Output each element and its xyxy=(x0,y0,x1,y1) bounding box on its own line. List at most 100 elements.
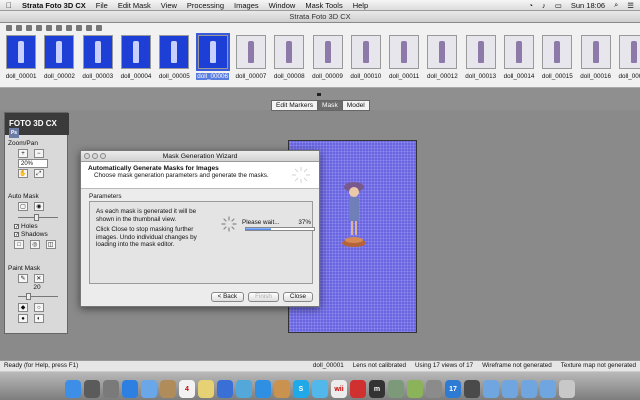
image-icon[interactable] xyxy=(407,380,423,398)
thumbnail-tool-icon[interactable] xyxy=(56,25,62,31)
paint-foreground-icon[interactable]: ● xyxy=(18,314,28,323)
lasso-icon[interactable]: ○ xyxy=(33,303,44,312)
thumbnail-tool-icon[interactable] xyxy=(96,25,102,31)
thumbnail-item[interactable]: doll_00008 xyxy=(270,35,308,80)
eraser-icon[interactable]: ✕ xyxy=(33,274,44,283)
menu-mask-tools[interactable]: Mask Tools xyxy=(305,1,342,10)
thumbnail-item[interactable]: doll_00017 xyxy=(615,35,640,80)
auto-mask-tool-icon[interactable]: ▢ xyxy=(18,202,28,211)
search-icon[interactable]: ⌕ xyxy=(614,0,618,10)
wifi-icon[interactable]: ◔ xyxy=(528,1,533,10)
zoom-out-icon[interactable]: − xyxy=(33,149,44,158)
trash-icon[interactable] xyxy=(559,380,575,398)
menu-processing[interactable]: Processing xyxy=(187,1,224,10)
thumbnail-item[interactable]: doll_00006 xyxy=(193,33,231,80)
tab-mask[interactable]: Mask xyxy=(317,100,343,111)
thumbnail-item[interactable]: doll_00009 xyxy=(308,35,346,80)
thumbnail-item[interactable]: doll_00016 xyxy=(576,35,614,80)
tab-model[interactable]: Model xyxy=(341,100,370,111)
skype-icon[interactable]: S xyxy=(293,380,309,398)
photo-icon[interactable] xyxy=(236,380,252,398)
thumbnail-item[interactable]: doll_00010 xyxy=(347,35,385,80)
thumbnail-item[interactable]: doll_00001 xyxy=(2,35,40,80)
numbers-icon[interactable]: 17 xyxy=(445,380,461,398)
thumbnail-item[interactable]: doll_00002 xyxy=(40,35,78,80)
wii-icon[interactable]: wii xyxy=(331,380,347,398)
folder-icon[interactable] xyxy=(540,380,556,398)
zoom-in-icon[interactable]: + xyxy=(18,149,28,158)
pan-hand-icon[interactable]: ✋ xyxy=(18,169,28,178)
auto-mask-b-icon[interactable]: ◎ xyxy=(29,240,40,249)
finder-icon[interactable] xyxy=(65,380,81,398)
menu-file[interactable]: File xyxy=(96,1,108,10)
auto-mask-a-icon[interactable]: □ xyxy=(14,240,24,249)
zoom-window-icon[interactable] xyxy=(100,153,106,159)
thumbnail-item[interactable]: doll_00007 xyxy=(232,35,270,80)
thumbnail-item[interactable]: doll_00011 xyxy=(385,35,423,80)
camera-icon[interactable] xyxy=(464,380,480,398)
folder-icon[interactable] xyxy=(521,380,537,398)
preview-icon[interactable] xyxy=(388,380,404,398)
auto-mask-color-icon[interactable]: ◉ xyxy=(33,202,44,211)
thumbnail-item[interactable]: doll_00005 xyxy=(155,35,193,80)
thumbnail-item[interactable]: doll_00003 xyxy=(79,35,117,80)
auto-mask-c-icon[interactable]: ◫ xyxy=(45,240,56,249)
finish-button[interactable]: Finish xyxy=(248,292,279,302)
thumbnail-tool-icon[interactable] xyxy=(26,25,32,31)
thumbnail-item[interactable]: doll_00014 xyxy=(500,35,538,80)
close-window-icon[interactable] xyxy=(84,153,90,159)
menu-window[interactable]: Window xyxy=(269,1,296,10)
fill-icon[interactable]: ◆ xyxy=(18,303,28,312)
box-icon[interactable] xyxy=(274,380,290,398)
m-app-icon[interactable]: m xyxy=(369,380,385,398)
collapse-handle-icon[interactable] xyxy=(317,93,321,96)
app-store-icon[interactable] xyxy=(255,380,271,398)
brush-size-slider[interactable] xyxy=(18,293,58,300)
contacts-icon[interactable] xyxy=(160,380,176,398)
thumbnail-tool-icon[interactable] xyxy=(16,25,22,31)
thumbnail-tool-icon[interactable] xyxy=(86,25,92,31)
thumbnail-item[interactable]: doll_00012 xyxy=(423,35,461,80)
fit-view-icon[interactable]: ⤢ xyxy=(33,169,44,178)
back-button[interactable]: < Back xyxy=(210,292,245,302)
auto-mask-slider[interactable] xyxy=(18,214,58,221)
itunes-icon[interactable] xyxy=(217,380,233,398)
twitter-icon[interactable] xyxy=(312,380,328,398)
menu-images[interactable]: Images xyxy=(234,1,259,10)
menu-help[interactable]: Help xyxy=(353,1,368,10)
apple-icon[interactable]:  xyxy=(6,1,12,10)
close-button[interactable]: Close xyxy=(282,292,313,302)
holes-checkbox[interactable]: ✓ Holes xyxy=(14,223,60,230)
thumbnail-tool-icon[interactable] xyxy=(66,25,72,31)
red-app-icon[interactable] xyxy=(350,380,366,398)
brush-icon[interactable]: ✎ xyxy=(18,274,28,283)
shadows-checkbox[interactable]: ✓ Shadows xyxy=(14,231,60,238)
thumbnail-item[interactable]: doll_00013 xyxy=(462,35,500,80)
thumbnail-tool-icon[interactable] xyxy=(6,25,12,31)
zoom-select[interactable]: 20% xyxy=(18,159,48,168)
thumbnail-item[interactable]: doll_00004 xyxy=(117,35,155,80)
notification-icon[interactable]: ☰ xyxy=(627,1,634,10)
menu-app-name[interactable]: Strata Foto 3D CX xyxy=(22,1,86,10)
thumbnail-tool-icon[interactable] xyxy=(46,25,52,31)
sound-icon[interactable]: ♪ xyxy=(542,1,546,10)
notes-icon[interactable] xyxy=(198,380,214,398)
folder-icon[interactable] xyxy=(502,380,518,398)
paint-background-icon[interactable]: ◐ xyxy=(33,314,44,323)
thumbnail-tool-icon[interactable] xyxy=(76,25,82,31)
thumbnail-tool-icon[interactable] xyxy=(36,25,42,31)
menu-edit-mask[interactable]: Edit Mask xyxy=(118,1,151,10)
preferences-icon[interactable] xyxy=(426,380,442,398)
minimize-window-icon[interactable] xyxy=(92,153,98,159)
thumbnail-item[interactable]: doll_00015 xyxy=(538,35,576,80)
menu-view[interactable]: View xyxy=(161,1,177,10)
tab-edit-markers[interactable]: Edit Markers xyxy=(271,100,319,111)
battery-icon[interactable]: ▭ xyxy=(555,1,562,10)
folder-icon[interactable] xyxy=(483,380,499,398)
rocket-icon[interactable] xyxy=(103,380,119,398)
safari-icon[interactable] xyxy=(122,380,138,398)
calendar-icon[interactable]: 4 xyxy=(179,380,195,398)
launchpad-icon[interactable] xyxy=(84,380,100,398)
mail-icon[interactable] xyxy=(141,380,157,398)
clock[interactable]: Sun 18:06 xyxy=(571,1,605,10)
